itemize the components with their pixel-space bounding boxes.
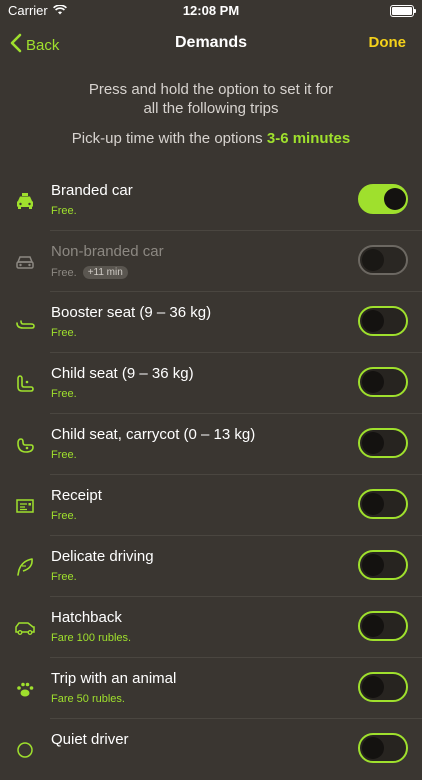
option-price: Free.: [51, 388, 77, 400]
receipt-icon: [14, 495, 36, 517]
option-trip-with-animal[interactable]: Trip with an animal Fare 50 rubles.: [0, 658, 422, 719]
option-delicate-driving[interactable]: Delicate driving Free.: [0, 536, 422, 597]
option-price: Free.: [51, 266, 77, 279]
option-title: Delicate driving: [51, 548, 154, 565]
option-child-seat[interactable]: Child seat (9 – 36 kg) Free.: [0, 353, 422, 414]
toggle-booster-seat[interactable]: [358, 306, 408, 336]
option-price: Free.: [51, 449, 77, 461]
option-price: Fare 50 rubles.: [51, 693, 125, 705]
option-title: Booster seat (9 – 36 kg): [51, 304, 212, 321]
option-price: Free.: [51, 571, 77, 583]
toggle-knob: [384, 188, 406, 210]
paw-icon: [14, 678, 36, 700]
toggle-non-branded-car[interactable]: [358, 245, 408, 275]
hint-text: Press and hold the option to set it for …: [0, 80, 422, 118]
option-hatchback[interactable]: Hatchback Fare 100 rubles.: [0, 597, 422, 658]
page-title: Demands: [174, 34, 248, 51]
option-subtitle: Free. +11 min: [51, 266, 128, 279]
pickup-time: Pick-up time with the options 3-6 minute…: [0, 130, 422, 147]
option-branded-car[interactable]: Branded car Free.: [0, 170, 422, 231]
toggle-knob: [362, 249, 384, 271]
done-button[interactable]: Done: [369, 34, 407, 51]
option-title: Child seat (9 – 36 kg): [51, 365, 194, 382]
option-subtitle: Free.: [51, 388, 77, 400]
option-title: Branded car: [51, 182, 133, 199]
option-subtitle: Fare 50 rubles.: [51, 693, 125, 705]
toggle-child-seat[interactable]: [358, 367, 408, 397]
option-booster-seat[interactable]: Booster seat (9 – 36 kg) Free.: [0, 292, 422, 353]
toggle-receipt[interactable]: [358, 489, 408, 519]
toggle-knob: [362, 615, 384, 637]
option-non-branded-car[interactable]: Non-branded car Free. +11 min: [0, 231, 422, 292]
toggle-knob: [362, 554, 384, 576]
toggle-knob: [362, 432, 384, 454]
feather-icon: [14, 556, 36, 578]
option-title: Receipt: [51, 487, 102, 504]
toggle-knob: [362, 371, 384, 393]
booster-seat-icon: [14, 312, 36, 334]
toggle-hatchback[interactable]: [358, 611, 408, 641]
option-title: Trip with an animal: [51, 670, 177, 687]
toggle-delicate-driving[interactable]: [358, 550, 408, 580]
hint-line-1: Press and hold the option to set it for: [88, 81, 334, 98]
quiet-icon: [14, 739, 36, 761]
option-title: Non-branded car: [51, 243, 164, 260]
pickup-prefix: Pick-up time with the options: [71, 130, 263, 147]
toggle-trip-with-animal[interactable]: [358, 672, 408, 702]
nav-bar: Back Demands Done: [0, 22, 422, 66]
option-subtitle: Free.: [51, 510, 77, 522]
option-subtitle: Free.: [51, 449, 77, 461]
option-subtitle: Free.: [51, 571, 77, 583]
battery-icon: [390, 5, 416, 17]
option-title: Child seat, carrycot (0 – 13 kg): [51, 426, 256, 443]
option-title: Quiet driver: [51, 731, 129, 748]
status-bar: Carrier 12:08 PM: [0, 0, 422, 22]
toggle-knob: [362, 310, 384, 332]
option-subtitle: Free.: [51, 205, 77, 217]
toggle-knob: [362, 676, 384, 698]
toggle-knob: [362, 493, 384, 515]
options-list: Branded car Free. Non-branded car Free. +…: [0, 170, 422, 780]
toggle-carrycot[interactable]: [358, 428, 408, 458]
option-price: Fare 100 rubles.: [51, 632, 132, 644]
toggle-knob: [362, 737, 384, 759]
time-badge: +11 min: [82, 266, 128, 279]
option-carrycot[interactable]: Child seat, carrycot (0 – 13 kg) Free.: [0, 414, 422, 475]
option-price: Free.: [51, 510, 77, 522]
status-time: 12:08 PM: [182, 3, 240, 18]
toggle-branded-car[interactable]: [358, 184, 408, 214]
hatchback-icon: [14, 617, 36, 639]
option-price: Free.: [51, 205, 77, 217]
toggle-quiet-driver[interactable]: [358, 733, 408, 763]
option-subtitle: Fare 100 rubles.: [51, 632, 131, 644]
carrycot-icon: [14, 434, 36, 456]
child-seat-icon: [14, 373, 36, 395]
option-price: Free.: [51, 327, 77, 339]
hint-line-2: all the following trips: [143, 100, 279, 117]
option-title: Hatchback: [51, 609, 122, 626]
taxi-icon: [14, 190, 36, 212]
option-receipt[interactable]: Receipt Free.: [0, 475, 422, 536]
option-subtitle: Free.: [51, 327, 77, 339]
car-icon: [14, 251, 36, 273]
pickup-value: 3-6 minutes: [266, 130, 351, 147]
